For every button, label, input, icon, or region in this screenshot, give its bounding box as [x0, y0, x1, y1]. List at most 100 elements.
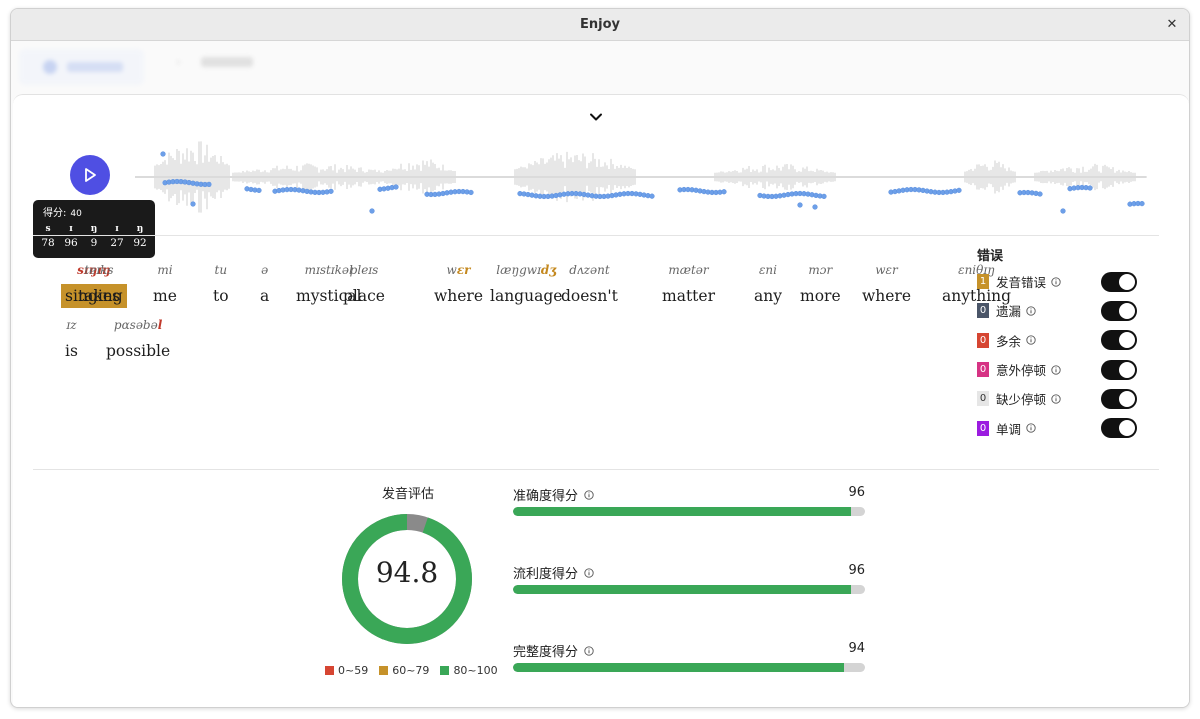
- word-ipa: wɛr: [875, 263, 898, 277]
- metric-progress-track: [513, 585, 865, 594]
- metric-progress-fill: [513, 507, 851, 516]
- title-bar: Enjoy ✕: [11, 9, 1189, 41]
- play-icon: [85, 168, 96, 182]
- tooltip-phoneme: ŋ 92: [129, 224, 151, 249]
- error-filter-row: 0 单调: [977, 413, 1137, 442]
- word-text[interactable]: matter: [658, 284, 719, 308]
- word-text[interactable]: more: [796, 284, 845, 308]
- score-metric: 流利度得分 96: [513, 563, 867, 603]
- metric-value: 96: [848, 485, 865, 500]
- transcript-words: sɪŋɪŋ singing teɪks takes mi me tu to ə a mɪstɪkəl…: [61, 262, 1011, 372]
- error-filter-toggle[interactable]: [1101, 388, 1137, 409]
- error-type-label: 多余: [996, 333, 1022, 349]
- tooltip-phoneme-score: 92: [133, 237, 147, 249]
- error-filter-row: 1 发音错误: [977, 267, 1137, 296]
- info-circle-icon[interactable]: [584, 645, 594, 656]
- word: mætər matter: [658, 262, 719, 308]
- background-button: [19, 49, 144, 85]
- word: əa: [256, 262, 273, 308]
- word-text[interactable]: is: [61, 339, 82, 363]
- error-count-badge: 0: [977, 420, 989, 436]
- error-filter-row: 0 遗漏: [977, 296, 1137, 325]
- word: teɪks takes: [74, 262, 124, 308]
- word-text[interactable]: possible: [102, 339, 174, 363]
- info-circle-icon[interactable]: [1051, 394, 1061, 404]
- tooltip-phoneme: ɪ 27: [106, 224, 128, 249]
- word: læŋgwɪdʒ language: [486, 262, 566, 308]
- metric-progress-fill: [513, 585, 851, 594]
- word-text[interactable]: takes: [74, 284, 124, 308]
- error-filter-toggle[interactable]: [1101, 359, 1137, 380]
- background-chevron-icon: ›: [176, 55, 181, 69]
- word-text[interactable]: where: [858, 284, 915, 308]
- word-ipa: dʌzənt: [569, 263, 610, 277]
- tooltip-phoneme: s 78: [37, 224, 59, 249]
- word-text[interactable]: language: [486, 284, 566, 308]
- error-filter-row: 0 缺少停顿: [977, 384, 1137, 413]
- error-filter-toggle[interactable]: [1101, 300, 1137, 321]
- info-circle-icon[interactable]: [1026, 423, 1036, 433]
- tooltip-score-label: 得分:: [43, 208, 67, 219]
- info-circle-icon[interactable]: [584, 489, 594, 500]
- word-ipa: ɪz: [66, 318, 77, 332]
- error-count-badge: 0: [977, 362, 989, 378]
- app-window: Enjoy ✕ › 得分: 40 s 78 ɪ 96 ŋ 9 ɪ 27 ŋ 92 sɪŋɪŋ sing…: [10, 8, 1190, 708]
- word-ipa: ə: [261, 263, 269, 277]
- word-text[interactable]: place: [339, 284, 389, 308]
- error-filter-toggle[interactable]: [1101, 271, 1137, 292]
- close-icon[interactable]: ✕: [1163, 16, 1181, 34]
- word-ipa: wɛr: [446, 263, 471, 277]
- error-type-label: 遗漏: [996, 304, 1022, 320]
- play-button[interactable]: [70, 155, 110, 195]
- divider-top: [33, 235, 1159, 236]
- word-ipa: teɪks: [84, 263, 114, 277]
- info-circle-icon[interactable]: [584, 567, 594, 578]
- word-ipa: mɔr: [808, 263, 833, 277]
- info-circle-icon[interactable]: [1051, 276, 1061, 287]
- metric-progress-fill: [513, 663, 844, 672]
- info-circle-icon[interactable]: [1026, 335, 1036, 345]
- word-ipa: mi: [157, 263, 173, 277]
- word: wɛr where: [858, 262, 915, 308]
- score-range-label: 80~100: [453, 664, 498, 677]
- error-type-label: 单调: [996, 421, 1022, 437]
- metric-label: 准确度得分: [513, 489, 579, 504]
- error-type-label: 发音错误: [996, 275, 1047, 291]
- info-circle-icon[interactable]: [1051, 364, 1061, 375]
- score-range-item: 60~79: [379, 664, 429, 677]
- error-type-label: 意外停顿: [996, 363, 1047, 379]
- background-breadcrumb: [201, 57, 253, 67]
- word-ipa: læŋgwɪdʒ: [496, 263, 557, 277]
- divider-bottom: [33, 469, 1159, 470]
- waveform[interactable]: [135, 131, 1147, 223]
- word: mɔr more: [796, 262, 845, 308]
- score-range-swatch: [325, 666, 334, 675]
- word: ɛni any: [750, 262, 786, 308]
- error-filter-toggle[interactable]: [1101, 330, 1137, 351]
- word-text[interactable]: to: [209, 284, 233, 308]
- word-text[interactable]: where: [430, 284, 487, 308]
- tooltip-phoneme: ɪ 96: [60, 224, 82, 249]
- word: wɛr where: [430, 262, 487, 308]
- error-filter-toggle[interactable]: [1101, 418, 1137, 439]
- word-text[interactable]: doesn't: [557, 284, 622, 308]
- errors-legend: 错误 1 发音错误 0 遗漏 0 多余 0 意外停顿 0 缺少停顿 0 单调: [977, 245, 1137, 443]
- info-circle-icon[interactable]: [1026, 306, 1036, 316]
- metric-label: 流利度得分: [513, 567, 579, 582]
- error-filter-row: 0 意外停顿: [977, 355, 1137, 384]
- word-text[interactable]: me: [149, 284, 181, 308]
- word-ipa: pɑsəbəl: [113, 318, 163, 332]
- chevron-down-icon[interactable]: [588, 109, 604, 125]
- tooltip-score-value: 40: [70, 209, 82, 219]
- score-range-item: 80~100: [440, 664, 498, 677]
- background-app-blurred: ›: [11, 41, 1189, 101]
- metric-value: 94: [848, 641, 865, 656]
- word-text[interactable]: a: [256, 284, 273, 308]
- word-ipa: tu: [214, 263, 228, 277]
- word: pɑsəbəl possible: [102, 317, 174, 363]
- word: pleɪs place: [339, 262, 389, 308]
- score-metric: 完整度得分 94: [513, 641, 867, 681]
- metric-progress-track: [513, 663, 865, 672]
- metric-label: 完整度得分: [513, 645, 579, 660]
- word-text[interactable]: any: [750, 284, 786, 308]
